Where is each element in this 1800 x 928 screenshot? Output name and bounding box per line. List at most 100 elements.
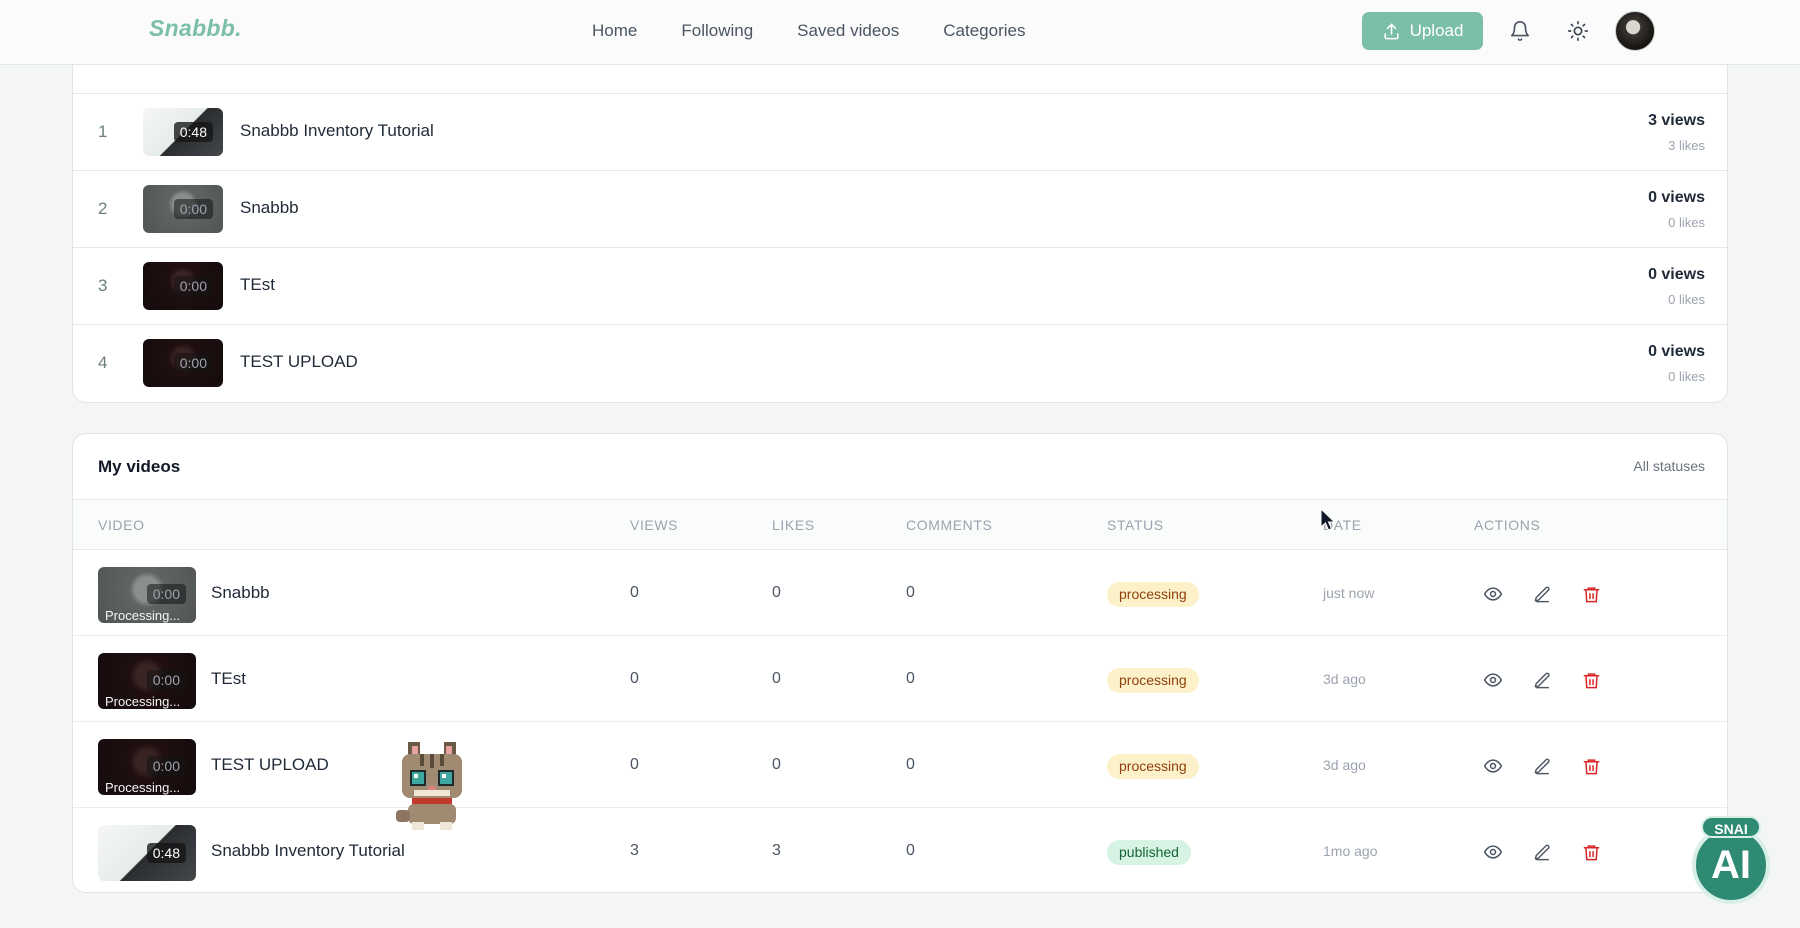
video-title[interactable]: TEst (211, 669, 246, 689)
status-badge: processing (1107, 668, 1199, 693)
edit-button[interactable] (1531, 583, 1553, 605)
like-count: 0 likes (1668, 292, 1705, 307)
video-title[interactable]: Snabbb (240, 198, 299, 218)
date-cell: 1mo ago (1323, 843, 1378, 859)
mouse-cursor-icon (1320, 508, 1336, 531)
ai-assistant-tag[interactable]: SNAI (1701, 816, 1761, 838)
delete-button[interactable] (1580, 669, 1602, 691)
view-count: 3 views (1648, 112, 1705, 129)
trash-icon (1583, 758, 1599, 774)
nav-link-following[interactable]: Following (681, 21, 753, 41)
duration-label: 0:00 (173, 353, 213, 373)
pencil-icon (1534, 758, 1550, 774)
processing-overlay: Processing... (105, 694, 181, 709)
video-title[interactable]: TEST UPLOAD (240, 352, 358, 372)
nav-link-saved-videos[interactable]: Saved videos (797, 21, 899, 41)
video-thumbnail[interactable]: 0:48 (98, 825, 196, 881)
video-title[interactable]: Snabbb (211, 583, 270, 603)
video-thumbnail[interactable]: 0:00 (143, 339, 223, 387)
list-item[interactable]: 1 0:48 Snabbb Inventory Tutorial 3 views… (73, 93, 1727, 170)
status-filter[interactable]: All statuses (1633, 458, 1705, 474)
duration-label: 0:48 (173, 122, 213, 142)
table-row: 0:48 Snabbb Inventory Tutorial 3 3 0 pub… (73, 808, 1727, 892)
view-button[interactable] (1482, 583, 1504, 605)
table-header: VIDEO VIEWS LIKES COMMENTS STATUS DATE A… (73, 500, 1727, 550)
video-thumbnail[interactable]: 0:00 Processing... (98, 653, 196, 709)
column-header-likes: LIKES (772, 517, 815, 533)
section-title: My videos (98, 457, 181, 476)
sun-icon (1568, 21, 1588, 41)
rank-number: 2 (98, 199, 108, 218)
views-cell: 0 (630, 584, 639, 601)
like-count: 0 likes (1668, 369, 1705, 384)
column-header-comments: COMMENTS (906, 517, 993, 533)
duration-label: 0:00 (173, 276, 213, 296)
notifications-button[interactable] (1508, 19, 1532, 43)
column-header-video: VIDEO (98, 517, 145, 533)
nav-links: Home Following Saved videos Categories (592, 21, 1069, 41)
upload-button[interactable]: Upload (1362, 12, 1483, 50)
duration-label: 0:48 (146, 843, 186, 863)
table-row: 0:00 Processing... TEst 0 0 0 processing… (73, 636, 1727, 722)
pencil-icon (1534, 672, 1550, 688)
video-thumbnail[interactable]: 0:00 Processing... (98, 567, 196, 623)
video-thumbnail[interactable]: 0:00 Processing... (98, 739, 196, 795)
list-item[interactable]: 3 0:00 TEst 0 views 0 likes (73, 247, 1727, 324)
edit-button[interactable] (1531, 669, 1553, 691)
status-badge: published (1107, 840, 1191, 865)
video-title[interactable]: TEST UPLOAD (211, 755, 329, 775)
likes-cell: 0 (772, 756, 781, 773)
list-item[interactable]: 2 0:00 Snabbb 0 views 0 likes (73, 170, 1727, 247)
video-thumbnail[interactable]: 0:00 (143, 262, 223, 310)
date-cell: just now (1323, 585, 1375, 601)
avatar[interactable] (1615, 11, 1655, 51)
column-header-views: VIEWS (630, 517, 679, 533)
status-badge: processing (1107, 582, 1199, 607)
top-videos-card: 1 0:48 Snabbb Inventory Tutorial 3 views… (72, 40, 1728, 403)
views-cell: 3 (630, 842, 639, 859)
duration-label: 0:00 (146, 669, 186, 690)
edit-button[interactable] (1531, 755, 1553, 777)
views-cell: 0 (630, 756, 639, 773)
processing-overlay: Processing... (105, 608, 181, 623)
view-button[interactable] (1482, 841, 1504, 863)
delete-button[interactable] (1580, 841, 1602, 863)
table-row: 0:00 Processing... TEST UPLOAD 0 0 0 pro… (73, 722, 1727, 808)
video-thumbnail[interactable]: 0:00 (143, 185, 223, 233)
my-videos-card: My videos All statuses VIDEO VIEWS LIKES… (72, 433, 1728, 893)
view-button[interactable] (1482, 755, 1504, 777)
nav-link-categories[interactable]: Categories (943, 21, 1025, 41)
duration-label: 0:00 (146, 583, 186, 604)
status-badge: processing (1107, 754, 1199, 779)
views-cell: 0 (630, 670, 639, 687)
eye-icon (1483, 845, 1503, 859)
like-count: 3 likes (1668, 138, 1705, 153)
view-count: 0 views (1648, 189, 1705, 206)
video-title[interactable]: Snabbb Inventory Tutorial (240, 121, 434, 141)
pencil-icon (1534, 586, 1550, 602)
comments-cell: 0 (906, 842, 915, 859)
processing-overlay: Processing... (105, 780, 181, 795)
comments-cell: 0 (906, 670, 915, 687)
view-count: 0 views (1648, 266, 1705, 283)
edit-button[interactable] (1531, 841, 1553, 863)
likes-cell: 0 (772, 670, 781, 687)
eye-icon (1483, 587, 1503, 601)
logo[interactable]: Snabbb. (149, 15, 242, 42)
upload-icon (1383, 23, 1399, 39)
video-title[interactable]: TEst (240, 275, 275, 295)
theme-toggle-button[interactable] (1566, 19, 1590, 43)
nav-link-home[interactable]: Home (592, 21, 637, 41)
date-cell: 3d ago (1323, 671, 1366, 687)
view-button[interactable] (1482, 669, 1504, 691)
delete-button[interactable] (1580, 583, 1602, 605)
list-item[interactable]: 4 0:00 TEST UPLOAD 0 views 0 likes (73, 324, 1727, 401)
table-row: 0:00 Processing... Snabbb 0 0 0 processi… (73, 550, 1727, 636)
video-thumbnail[interactable]: 0:48 (143, 108, 223, 156)
date-cell: 3d ago (1323, 757, 1366, 773)
top-navbar: Snabbb. Home Following Saved videos Cate… (0, 0, 1800, 65)
video-title[interactable]: Snabbb Inventory Tutorial (211, 841, 405, 861)
comments-cell: 0 (906, 584, 915, 601)
delete-button[interactable] (1580, 755, 1602, 777)
view-count: 0 views (1648, 343, 1705, 360)
